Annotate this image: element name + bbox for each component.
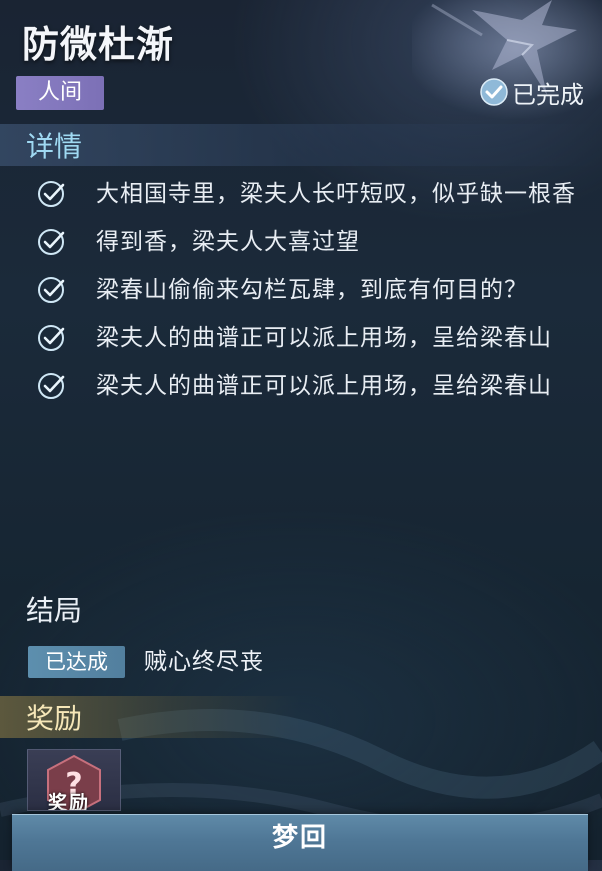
task-text: 梁夫人的曲谱正可以派上用场，呈给梁春山 [96,325,552,351]
ending-section-header: 结局 [0,588,602,630]
realm-tag: 人间 [16,76,104,110]
quest-title: 防微杜渐 [22,23,174,66]
task-item: 梁夫人的曲谱正可以派上用场，呈给梁春山 [0,320,602,356]
check-circle-icon [38,373,65,399]
check-badge-icon [480,78,508,106]
dream-return-button[interactable]: 梦回 [12,814,588,871]
details-section-header: 详情 [0,124,602,166]
task-item: 梁春山偷偷来勾栏瓦肆，到底有何目的？ [0,272,602,308]
task-item: 梁夫人的曲谱正可以派上用场，呈给梁春山 [0,368,602,404]
task-item: 大相国寺里，梁夫人长吁短叹，似乎缺一根香 [0,176,602,212]
completion-status: 已完成 [479,72,584,112]
check-circle-icon [38,325,65,351]
ending-name: 贼心终尽丧 [144,649,264,675]
reward-heading: 奖励 [26,702,83,735]
task-item: 得到香，梁夫人大喜过望 [0,224,602,260]
reward-item[interactable]: ? 奖励 [27,749,121,811]
ending-reached-badge: 已达成 [28,646,125,678]
check-circle-icon [38,181,65,207]
status-text: 已完成 [512,80,584,109]
ending-heading: 结局 [26,594,83,627]
task-text: 大相国寺里，梁夫人长吁短叹，似乎缺一根香 [96,181,576,207]
check-circle-icon [38,277,65,303]
task-text: 梁春山偷偷来勾栏瓦肆，到底有何目的？ [96,277,528,303]
details-heading: 详情 [26,130,83,163]
task-list: 大相国寺里，梁夫人长吁短叹，似乎缺一根香 得到香，梁夫人大喜过望 梁春山偷偷来勾… [0,176,602,416]
task-text: 得到香，梁夫人大喜过望 [96,229,360,255]
task-text: 梁夫人的曲谱正可以派上用场，呈给梁春山 [96,373,552,399]
reward-item-label: 奖励 [48,792,91,811]
check-circle-icon [38,229,65,255]
reward-section-header: 奖励 [0,696,300,738]
